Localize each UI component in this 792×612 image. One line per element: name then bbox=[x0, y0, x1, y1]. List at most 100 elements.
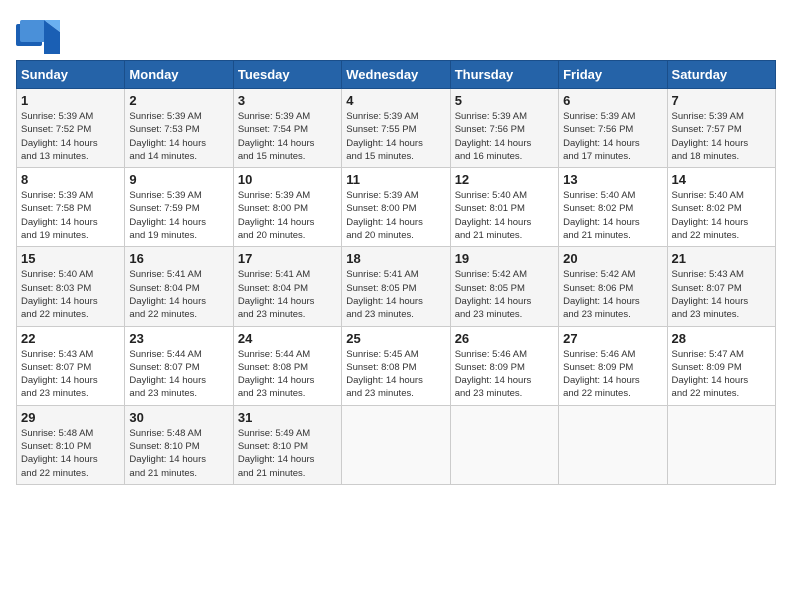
day-number: 28 bbox=[672, 331, 771, 346]
calendar-cell: 25 Sunrise: 5:45 AM Sunset: 8:08 PM Dayli… bbox=[342, 326, 450, 405]
day-number: 9 bbox=[129, 172, 228, 187]
day-number: 31 bbox=[238, 410, 337, 425]
calendar-cell bbox=[559, 405, 667, 484]
day-info: Sunrise: 5:39 AM Sunset: 7:56 PM Dayligh… bbox=[563, 110, 662, 163]
day-number: 6 bbox=[563, 93, 662, 108]
weekday-header-row: SundayMondayTuesdayWednesdayThursdayFrid… bbox=[17, 61, 776, 89]
calendar-cell bbox=[667, 405, 775, 484]
calendar-cell: 20 Sunrise: 5:42 AM Sunset: 8:06 PM Dayli… bbox=[559, 247, 667, 326]
day-info: Sunrise: 5:41 AM Sunset: 8:04 PM Dayligh… bbox=[238, 268, 337, 321]
weekday-header-monday: Monday bbox=[125, 61, 233, 89]
day-number: 3 bbox=[238, 93, 337, 108]
calendar-cell: 7 Sunrise: 5:39 AM Sunset: 7:57 PM Daylig… bbox=[667, 89, 775, 168]
calendar-cell: 5 Sunrise: 5:39 AM Sunset: 7:56 PM Daylig… bbox=[450, 89, 558, 168]
calendar-week-1: 1Sunrise: 5:39 AM Sunset: 7:52 PM Daylig… bbox=[17, 89, 776, 168]
day-number: 10 bbox=[238, 172, 337, 187]
day-number: 7 bbox=[672, 93, 771, 108]
day-info: Sunrise: 5:40 AM Sunset: 8:02 PM Dayligh… bbox=[672, 189, 771, 242]
day-info: Sunrise: 5:40 AM Sunset: 8:03 PM Dayligh… bbox=[21, 268, 120, 321]
calendar-cell: 12 Sunrise: 5:40 AM Sunset: 8:01 PM Dayli… bbox=[450, 168, 558, 247]
calendar-cell: 8 Sunrise: 5:39 AM Sunset: 7:58 PM Daylig… bbox=[17, 168, 125, 247]
day-info: Sunrise: 5:39 AM Sunset: 7:59 PM Dayligh… bbox=[129, 189, 228, 242]
day-number: 21 bbox=[672, 251, 771, 266]
day-number: 2 bbox=[129, 93, 228, 108]
day-info: Sunrise: 5:49 AM Sunset: 8:10 PM Dayligh… bbox=[238, 427, 337, 480]
day-number: 23 bbox=[129, 331, 228, 346]
calendar-cell: 23Sunrise: 5:44 AM Sunset: 8:07 PM Dayli… bbox=[125, 326, 233, 405]
day-info: Sunrise: 5:48 AM Sunset: 8:10 PM Dayligh… bbox=[129, 427, 228, 480]
day-number: 1 bbox=[21, 93, 120, 108]
calendar-table: SundayMondayTuesdayWednesdayThursdayFrid… bbox=[16, 60, 776, 485]
calendar-cell: 30 Sunrise: 5:48 AM Sunset: 8:10 PM Dayli… bbox=[125, 405, 233, 484]
day-info: Sunrise: 5:44 AM Sunset: 8:08 PM Dayligh… bbox=[238, 348, 337, 401]
day-info: Sunrise: 5:39 AM Sunset: 7:58 PM Dayligh… bbox=[21, 189, 120, 242]
calendar-cell bbox=[450, 405, 558, 484]
day-info: Sunrise: 5:46 AM Sunset: 8:09 PM Dayligh… bbox=[455, 348, 554, 401]
day-info: Sunrise: 5:41 AM Sunset: 8:04 PM Dayligh… bbox=[129, 268, 228, 321]
day-info: Sunrise: 5:39 AM Sunset: 7:55 PM Dayligh… bbox=[346, 110, 445, 163]
weekday-header-wednesday: Wednesday bbox=[342, 61, 450, 89]
calendar-cell bbox=[342, 405, 450, 484]
day-info: Sunrise: 5:48 AM Sunset: 8:10 PM Dayligh… bbox=[21, 427, 120, 480]
day-info: Sunrise: 5:39 AM Sunset: 7:54 PM Dayligh… bbox=[238, 110, 337, 163]
weekday-header-sunday: Sunday bbox=[17, 61, 125, 89]
day-info: Sunrise: 5:39 AM Sunset: 7:53 PM Dayligh… bbox=[129, 110, 228, 163]
day-info: Sunrise: 5:39 AM Sunset: 7:57 PM Dayligh… bbox=[672, 110, 771, 163]
day-number: 12 bbox=[455, 172, 554, 187]
calendar-cell: 9 Sunrise: 5:39 AM Sunset: 7:59 PM Daylig… bbox=[125, 168, 233, 247]
calendar-cell: 24 Sunrise: 5:44 AM Sunset: 8:08 PM Dayli… bbox=[233, 326, 341, 405]
calendar-cell: 31 Sunrise: 5:49 AM Sunset: 8:10 PM Dayli… bbox=[233, 405, 341, 484]
day-number: 19 bbox=[455, 251, 554, 266]
weekday-header-saturday: Saturday bbox=[667, 61, 775, 89]
day-number: 26 bbox=[455, 331, 554, 346]
day-number: 8 bbox=[21, 172, 120, 187]
day-number: 29 bbox=[21, 410, 120, 425]
day-number: 4 bbox=[346, 93, 445, 108]
calendar-cell: 18Sunrise: 5:41 AM Sunset: 8:05 PM Dayli… bbox=[342, 247, 450, 326]
calendar-week-2: 8 Sunrise: 5:39 AM Sunset: 7:58 PM Daylig… bbox=[17, 168, 776, 247]
day-number: 25 bbox=[346, 331, 445, 346]
day-number: 14 bbox=[672, 172, 771, 187]
day-info: Sunrise: 5:42 AM Sunset: 8:06 PM Dayligh… bbox=[563, 268, 662, 321]
calendar-cell: 2 Sunrise: 5:39 AM Sunset: 7:53 PM Daylig… bbox=[125, 89, 233, 168]
day-number: 27 bbox=[563, 331, 662, 346]
day-number: 18 bbox=[346, 251, 445, 266]
calendar-week-5: 29 Sunrise: 5:48 AM Sunset: 8:10 PM Dayli… bbox=[17, 405, 776, 484]
calendar-cell: 28 Sunrise: 5:47 AM Sunset: 8:09 PM Dayli… bbox=[667, 326, 775, 405]
day-number: 24 bbox=[238, 331, 337, 346]
weekday-header-tuesday: Tuesday bbox=[233, 61, 341, 89]
day-number: 5 bbox=[455, 93, 554, 108]
day-info: Sunrise: 5:47 AM Sunset: 8:09 PM Dayligh… bbox=[672, 348, 771, 401]
calendar-cell: 13 Sunrise: 5:40 AM Sunset: 8:02 PM Dayli… bbox=[559, 168, 667, 247]
calendar-week-3: 15 Sunrise: 5:40 AM Sunset: 8:03 PM Dayli… bbox=[17, 247, 776, 326]
calendar-cell: 11 Sunrise: 5:39 AM Sunset: 8:00 PM Dayli… bbox=[342, 168, 450, 247]
calendar-cell: 29 Sunrise: 5:48 AM Sunset: 8:10 PM Dayli… bbox=[17, 405, 125, 484]
day-number: 16 bbox=[129, 251, 228, 266]
calendar-cell: 21 Sunrise: 5:43 AM Sunset: 8:07 PM Dayli… bbox=[667, 247, 775, 326]
day-number: 13 bbox=[563, 172, 662, 187]
day-info: Sunrise: 5:45 AM Sunset: 8:08 PM Dayligh… bbox=[346, 348, 445, 401]
calendar-cell: 1Sunrise: 5:39 AM Sunset: 7:52 PM Daylig… bbox=[17, 89, 125, 168]
calendar-cell: 22 Sunrise: 5:43 AM Sunset: 8:07 PM Dayli… bbox=[17, 326, 125, 405]
day-info: Sunrise: 5:39 AM Sunset: 7:56 PM Dayligh… bbox=[455, 110, 554, 163]
day-number: 30 bbox=[129, 410, 228, 425]
calendar-cell: 14 Sunrise: 5:40 AM Sunset: 8:02 PM Dayli… bbox=[667, 168, 775, 247]
day-number: 20 bbox=[563, 251, 662, 266]
logo bbox=[16, 16, 64, 54]
calendar-week-4: 22 Sunrise: 5:43 AM Sunset: 8:07 PM Dayli… bbox=[17, 326, 776, 405]
day-info: Sunrise: 5:40 AM Sunset: 8:01 PM Dayligh… bbox=[455, 189, 554, 242]
day-info: Sunrise: 5:40 AM Sunset: 8:02 PM Dayligh… bbox=[563, 189, 662, 242]
calendar-cell: 19Sunrise: 5:42 AM Sunset: 8:05 PM Dayli… bbox=[450, 247, 558, 326]
day-info: Sunrise: 5:46 AM Sunset: 8:09 PM Dayligh… bbox=[563, 348, 662, 401]
day-info: Sunrise: 5:43 AM Sunset: 8:07 PM Dayligh… bbox=[21, 348, 120, 401]
day-number: 15 bbox=[21, 251, 120, 266]
header bbox=[16, 16, 776, 54]
calendar-cell: 4 Sunrise: 5:39 AM Sunset: 7:55 PM Daylig… bbox=[342, 89, 450, 168]
weekday-header-thursday: Thursday bbox=[450, 61, 558, 89]
day-number: 17 bbox=[238, 251, 337, 266]
day-info: Sunrise: 5:39 AM Sunset: 8:00 PM Dayligh… bbox=[346, 189, 445, 242]
day-info: Sunrise: 5:43 AM Sunset: 8:07 PM Dayligh… bbox=[672, 268, 771, 321]
calendar-cell: 17 Sunrise: 5:41 AM Sunset: 8:04 PM Dayli… bbox=[233, 247, 341, 326]
day-number: 22 bbox=[21, 331, 120, 346]
day-number: 11 bbox=[346, 172, 445, 187]
